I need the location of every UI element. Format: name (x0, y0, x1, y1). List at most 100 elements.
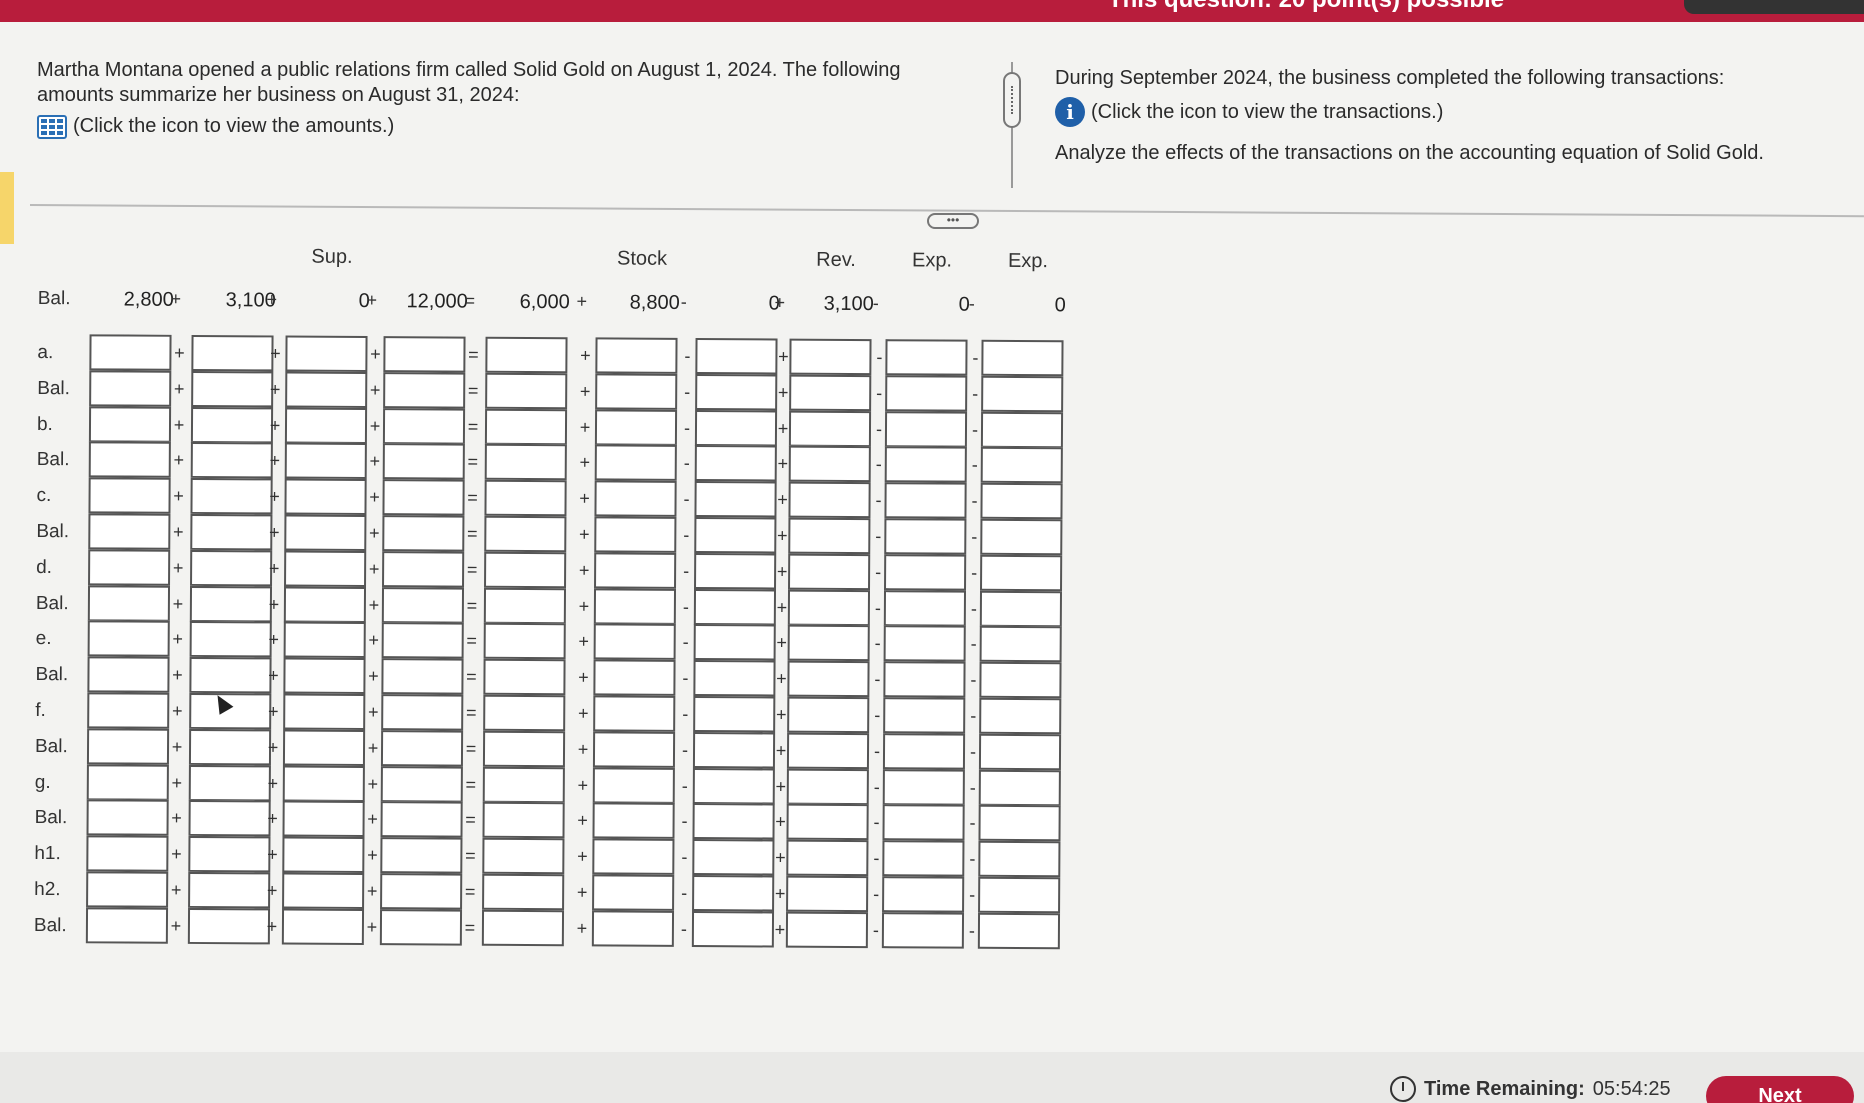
amount-input[interactable] (87, 692, 170, 729)
amount-input[interactable] (383, 371, 466, 409)
amount-input[interactable] (884, 518, 967, 555)
amount-input[interactable] (882, 768, 965, 806)
amount-input[interactable] (482, 730, 566, 768)
amount-input[interactable] (284, 514, 367, 552)
amount-input[interactable] (189, 692, 272, 730)
amount-input[interactable] (693, 660, 776, 697)
amount-input[interactable] (593, 695, 676, 732)
amount-input[interactable] (380, 801, 463, 838)
amount-input[interactable] (484, 408, 568, 445)
amount-input[interactable] (284, 478, 367, 516)
amount-input[interactable] (594, 444, 677, 482)
amount-input[interactable] (190, 478, 273, 515)
amount-input[interactable] (693, 588, 777, 626)
amount-input[interactable] (695, 373, 778, 411)
amount-input[interactable] (380, 765, 463, 803)
info-icon[interactable]: i (1055, 97, 1085, 127)
amount-input[interactable] (884, 553, 967, 591)
amount-input[interactable] (787, 624, 870, 662)
amount-input[interactable] (282, 872, 365, 910)
amount-input[interactable] (88, 549, 171, 586)
amount-input[interactable] (979, 626, 1062, 663)
amount-input[interactable] (882, 732, 966, 770)
amount-input[interactable] (86, 835, 169, 872)
amount-input[interactable] (885, 339, 968, 376)
amount-input[interactable] (981, 375, 1064, 413)
amount-input[interactable] (88, 477, 171, 515)
amount-input[interactable] (382, 443, 465, 481)
amount-input[interactable] (483, 587, 567, 624)
amount-input[interactable] (188, 836, 271, 873)
amount-input[interactable] (594, 408, 678, 446)
amount-input[interactable] (283, 693, 366, 731)
amount-input[interactable] (382, 479, 465, 516)
amount-input[interactable] (978, 733, 1062, 771)
amount-input[interactable] (593, 659, 676, 697)
amount-input[interactable] (190, 442, 273, 479)
amount-input[interactable] (595, 373, 678, 410)
amount-input[interactable] (285, 371, 368, 408)
amount-input[interactable] (592, 874, 675, 911)
amount-input[interactable] (484, 515, 567, 553)
amount-input[interactable] (789, 338, 872, 376)
amount-input[interactable] (592, 731, 676, 768)
amount-input[interactable] (187, 907, 271, 945)
amount-input[interactable] (788, 553, 871, 590)
amount-input[interactable] (786, 803, 869, 841)
next-button[interactable]: Next (1706, 1076, 1854, 1103)
amount-input[interactable] (189, 657, 272, 694)
amount-input[interactable] (692, 767, 775, 805)
amount-input[interactable] (694, 481, 777, 518)
amount-input[interactable] (189, 621, 272, 658)
amount-input[interactable] (284, 407, 368, 444)
amount-input[interactable] (283, 621, 366, 659)
amount-input[interactable] (789, 374, 872, 411)
amount-input[interactable] (884, 410, 968, 448)
amount-input[interactable] (88, 441, 171, 479)
amount-input[interactable] (284, 550, 367, 587)
amount-input[interactable] (89, 370, 172, 407)
amount-input[interactable] (787, 589, 871, 626)
amount-input[interactable] (593, 623, 676, 661)
amount-input[interactable] (786, 732, 870, 769)
amount-input[interactable] (86, 728, 170, 765)
amount-input[interactable] (482, 873, 565, 911)
amount-input[interactable] (485, 336, 568, 374)
amount-input[interactable] (884, 482, 967, 519)
amount-input[interactable] (788, 481, 871, 519)
amount-input[interactable] (592, 766, 675, 804)
amount-input[interactable] (282, 765, 365, 802)
amount-input[interactable] (692, 875, 775, 912)
amount-input[interactable] (978, 840, 1061, 878)
amount-input[interactable] (979, 661, 1062, 699)
amount-input[interactable] (592, 802, 675, 840)
amount-input[interactable] (883, 661, 966, 698)
amount-input[interactable] (381, 694, 464, 731)
amount-input[interactable] (693, 624, 776, 661)
amount-input[interactable] (592, 838, 675, 876)
amount-input[interactable] (188, 871, 271, 909)
amount-input[interactable] (594, 516, 677, 553)
amount-input[interactable] (788, 410, 872, 447)
amount-input[interactable] (482, 766, 565, 803)
grid-table-icon[interactable] (37, 114, 67, 139)
amount-input[interactable] (380, 837, 463, 874)
amount-input[interactable] (786, 875, 869, 913)
amount-input[interactable] (282, 836, 365, 874)
amount-input[interactable] (484, 551, 567, 589)
amount-input[interactable] (88, 405, 172, 443)
amount-input[interactable] (883, 589, 967, 627)
amount-input[interactable] (188, 764, 271, 802)
amount-input[interactable] (980, 518, 1063, 556)
amount-input[interactable] (595, 337, 678, 374)
amount-input[interactable] (786, 768, 869, 805)
amount-input[interactable] (482, 802, 565, 839)
amount-input[interactable] (481, 909, 565, 947)
amount-input[interactable] (87, 620, 170, 658)
amount-input[interactable] (87, 584, 171, 622)
amount-input[interactable] (594, 552, 677, 589)
transactions-link-text[interactable]: (Click the icon to view the transactions… (1091, 100, 1443, 125)
amount-input[interactable] (86, 799, 169, 837)
amount-input[interactable] (281, 908, 365, 945)
amount-input[interactable] (694, 517, 777, 554)
